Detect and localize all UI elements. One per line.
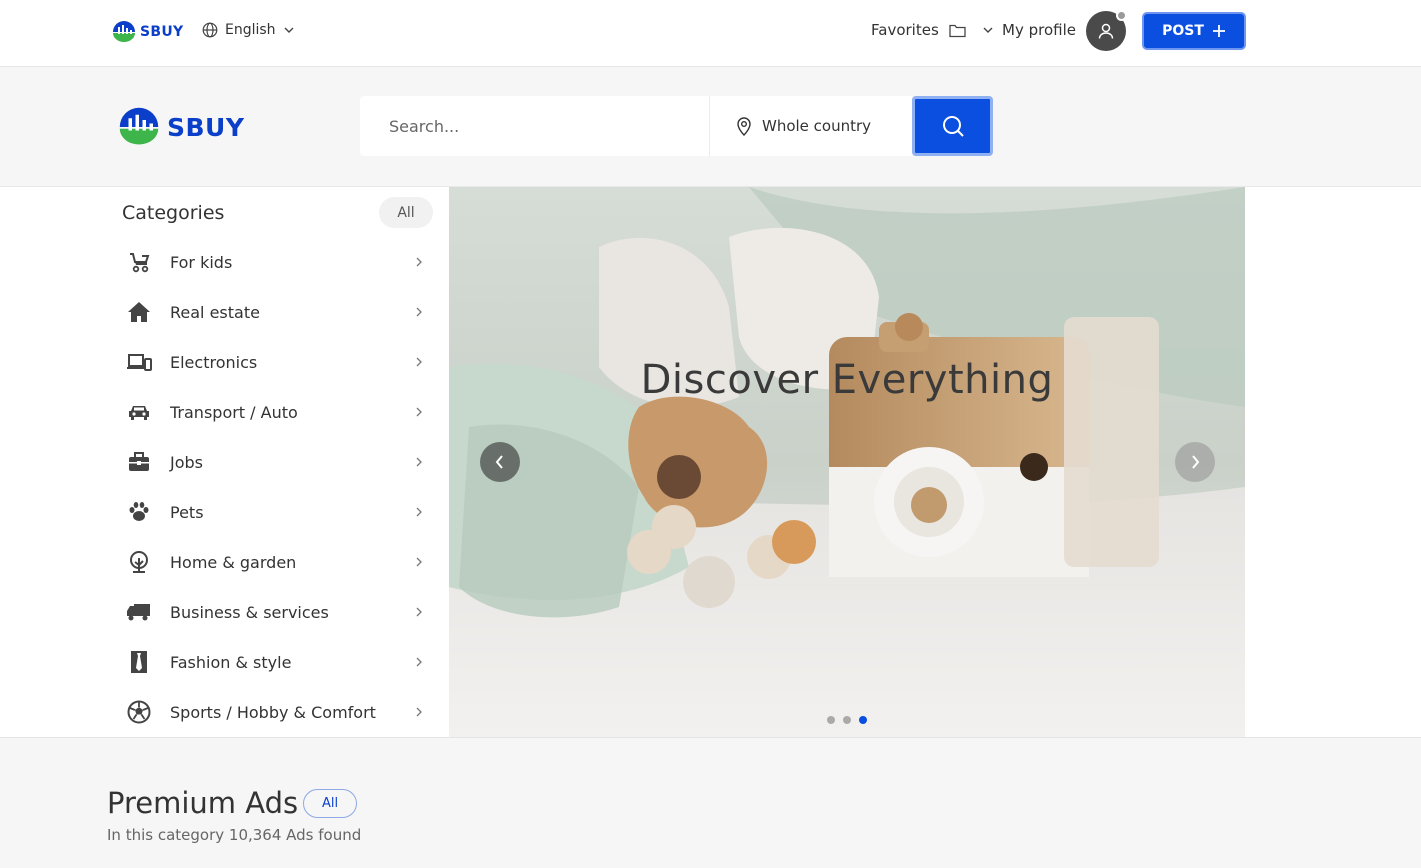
category-label: Home & garden [170, 552, 297, 572]
search-button[interactable] [912, 96, 993, 156]
language-selector[interactable]: English [202, 22, 295, 38]
category-label: Real estate [170, 302, 260, 322]
search-box [360, 96, 710, 156]
profile-menu[interactable]: My profile [982, 21, 1076, 39]
chevron-right-icon [412, 305, 426, 319]
chevron-right-icon [1192, 455, 1200, 469]
slider-dots [827, 716, 867, 724]
plus-icon [1212, 25, 1225, 37]
location-selector[interactable]: Whole country [710, 96, 912, 156]
category-label: Jobs [170, 452, 203, 472]
category-label: Electronics [170, 352, 258, 372]
house-icon [118, 301, 160, 323]
paw-icon [118, 501, 160, 523]
post-label: POST [1162, 23, 1204, 39]
globe-icon [202, 22, 218, 38]
location-label: Whole country [762, 117, 872, 135]
truck-icon [118, 602, 160, 622]
hero-slider: Discover Everything [449, 187, 1245, 737]
map-pin-icon [737, 117, 751, 136]
slide-image [449, 187, 1245, 737]
chevron-right-icon [412, 605, 426, 619]
category-item-pets[interactable]: Pets [118, 487, 436, 537]
main-logo[interactable]: SBUY [116, 106, 244, 148]
category-item-jobs[interactable]: Jobs [118, 437, 436, 487]
tie-icon [118, 650, 160, 674]
category-label: Pets [170, 502, 204, 522]
folder-icon [949, 24, 966, 37]
car-icon [118, 403, 160, 421]
chevron-down-icon [284, 27, 294, 33]
right-margin [1245, 187, 1421, 737]
chevron-right-icon [412, 355, 426, 369]
stroller-icon [118, 251, 160, 273]
user-icon [1098, 23, 1114, 39]
category-item-fashion[interactable]: Fashion & style [118, 637, 436, 687]
search-icon [942, 116, 964, 137]
chevron-right-icon [412, 555, 426, 569]
chevron-right-icon [412, 255, 426, 269]
favorites-label: Favorites [871, 21, 939, 39]
category-label: Business & services [170, 602, 329, 622]
favorites-link[interactable]: Favorites [871, 21, 966, 39]
slide-title: Discover Everything [640, 357, 1054, 403]
language-label: English [225, 22, 276, 38]
status-dot [1116, 10, 1127, 21]
logo-text: SBUY [167, 112, 245, 142]
category-label: For kids [170, 252, 233, 272]
briefcase-icon [118, 452, 160, 472]
tree-icon [118, 550, 160, 574]
slider-dot[interactable] [843, 716, 851, 724]
premium-subtitle: In this category 10,364 Ads found [107, 826, 362, 844]
categories-title: Categories [122, 202, 225, 224]
profile-label: My profile [1002, 21, 1076, 39]
premium-title: Premium Ads [107, 786, 299, 820]
chevron-right-icon [412, 405, 426, 419]
category-label: Sports / Hobby & Comfort [170, 702, 376, 722]
devices-icon [118, 352, 160, 372]
chevron-right-icon [412, 455, 426, 469]
category-item-sports[interactable]: Sports / Hobby & Comfort [118, 687, 436, 737]
chevron-right-icon [412, 505, 426, 519]
category-item-home-garden[interactable]: Home & garden [118, 537, 436, 587]
slider-prev-button[interactable] [480, 442, 520, 482]
chevron-left-icon [495, 455, 503, 469]
category-label: Transport / Auto [170, 402, 298, 422]
slider-dot-active[interactable] [859, 716, 867, 724]
logo-icon [113, 21, 135, 42]
category-item-real-estate[interactable]: Real estate [118, 287, 436, 337]
logo-text: SBUY [140, 24, 184, 40]
search-input[interactable] [360, 96, 709, 156]
slider-next-button[interactable] [1175, 442, 1215, 482]
header-logo[interactable]: SBUY [111, 20, 183, 44]
post-button[interactable]: POST [1142, 12, 1246, 50]
chevron-down-icon [983, 27, 993, 33]
chevron-right-icon [412, 705, 426, 719]
logo-icon [119, 107, 159, 145]
category-item-transport[interactable]: Transport / Auto [118, 387, 436, 437]
category-label: Fashion & style [170, 652, 292, 672]
category-list: For kids Real estate Electronics Transpo… [118, 237, 436, 737]
soccer-ball-icon [118, 700, 160, 724]
category-item-business[interactable]: Business & services [118, 587, 436, 637]
premium-all-button[interactable]: All [303, 789, 357, 818]
slider-dot[interactable] [827, 716, 835, 724]
category-item-for-kids[interactable]: For kids [118, 237, 436, 287]
chevron-right-icon [412, 655, 426, 669]
category-item-electronics[interactable]: Electronics [118, 337, 436, 387]
categories-all-button[interactable]: All [379, 197, 433, 228]
